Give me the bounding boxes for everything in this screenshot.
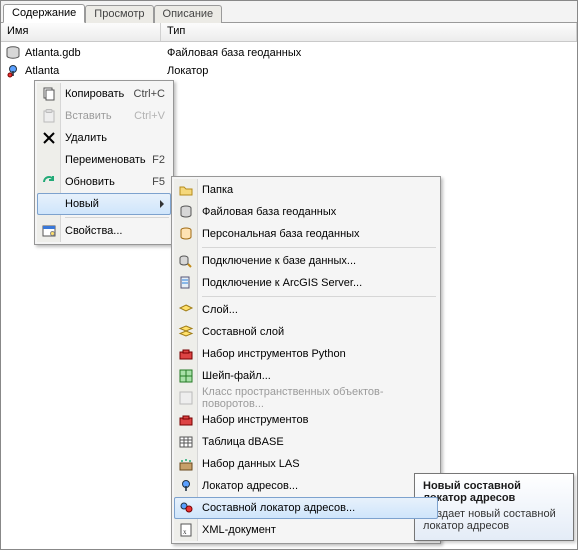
server-connect-icon [178, 275, 194, 291]
menu-separator [202, 247, 436, 248]
submenu-locator[interactable]: Локатор адресов... [174, 475, 438, 497]
item-name: Atlanta.gdb [25, 47, 81, 59]
svg-text:x: x [183, 528, 187, 536]
submenu-shapefile[interactable]: Шейп-файл... [174, 365, 438, 387]
gdb-icon [178, 204, 194, 220]
menu-delete[interactable]: Удалить [37, 127, 171, 149]
table-icon [178, 434, 194, 450]
submenu-toolbox[interactable]: Набор инструментов [174, 409, 438, 431]
new-submenu: Папка Файловая база геоданных Персональн… [171, 176, 441, 544]
menu-label: Новый [65, 198, 99, 210]
catalog-listing: Atlanta.gdb Файловая база геоданных Atla… [1, 42, 577, 80]
menu-label: Папка [202, 184, 233, 196]
menu-label: Класс пространственных объектов-поворото… [202, 386, 432, 410]
menu-label: Подключение к ArcGIS Server... [202, 277, 362, 289]
menu-label: Слой... [202, 304, 238, 316]
menu-shortcut: Ctrl+V [134, 110, 165, 122]
list-item[interactable]: Atlanta Локатор [1, 62, 577, 80]
menu-label: Таблица dBASE [202, 436, 284, 448]
menu-label: Обновить [65, 176, 115, 188]
column-name[interactable]: Имя [1, 23, 161, 41]
tooltip-body: Создает новый составной локатор адресов [423, 508, 565, 532]
menu-label: XML-документ [202, 524, 276, 536]
layer-icon [178, 302, 194, 318]
menu-paste: Вставить Ctrl+V [37, 105, 171, 127]
delete-icon [41, 130, 57, 146]
menu-label: Свойства... [65, 225, 122, 237]
menu-label: Персональная база геоданных [202, 228, 360, 240]
submenu-xml[interactable]: x XML-документ [174, 519, 438, 541]
menu-rename[interactable]: Переименовать F2 [37, 149, 171, 171]
submenu-dbase[interactable]: Таблица dBASE [174, 431, 438, 453]
submenu-arrow-icon [160, 200, 164, 208]
locator-icon [5, 63, 21, 79]
list-item[interactable]: Atlanta.gdb Файловая база геоданных [1, 44, 577, 62]
tooltip: Новый составной локатор адресов Создает … [414, 473, 574, 541]
las-icon [178, 456, 194, 472]
context-menu: Копировать Ctrl+C Вставить Ctrl+V Удалит… [34, 80, 174, 245]
menu-label: Составной слой [202, 326, 284, 338]
group-layer-icon [178, 324, 194, 340]
menu-label: Локатор адресов... [202, 480, 298, 492]
menu-new[interactable]: Новый [37, 193, 171, 215]
submenu-group-layer[interactable]: Составной слой [174, 321, 438, 343]
submenu-las[interactable]: Набор данных LAS [174, 453, 438, 475]
submenu-composite-locator[interactable]: Составной локатор адресов... [174, 497, 438, 519]
xml-icon: x [178, 522, 194, 538]
menu-label: Копировать [65, 88, 124, 100]
tooltip-title: Новый составной локатор адресов [423, 480, 565, 504]
properties-icon [41, 223, 57, 239]
submenu-folder[interactable]: Папка [174, 179, 438, 201]
menu-refresh[interactable]: Обновить F5 [37, 171, 171, 193]
db-connect-icon [178, 253, 194, 269]
submenu-personal-gdb[interactable]: Персональная база геоданных [174, 223, 438, 245]
menu-label: Шейп-файл... [202, 370, 271, 382]
locator-icon [178, 478, 194, 494]
menu-label: Набор инструментов Python [202, 348, 346, 360]
menu-label: Набор инструментов [202, 414, 308, 426]
composite-locator-icon [178, 500, 194, 516]
submenu-python-toolbox[interactable]: Набор инструментов Python [174, 343, 438, 365]
turn-icon [178, 390, 194, 406]
menu-label: Составной локатор адресов... [202, 502, 355, 514]
column-type[interactable]: Тип [161, 23, 577, 41]
menu-separator [202, 296, 436, 297]
tab-bar: Содержание Просмотр Описание [1, 1, 577, 23]
shapefile-icon [178, 368, 194, 384]
menu-copy[interactable]: Копировать Ctrl+C [37, 83, 171, 105]
tab-preview[interactable]: Просмотр [85, 5, 153, 23]
item-type: Файловая база геоданных [161, 47, 577, 59]
paste-icon [41, 108, 57, 124]
copy-icon [41, 86, 57, 102]
refresh-icon [41, 174, 57, 190]
py-toolbox-icon [178, 346, 194, 362]
menu-label: Файловая база геоданных [202, 206, 336, 218]
tab-content[interactable]: Содержание [3, 4, 85, 23]
toolbox-icon [178, 412, 194, 428]
menu-shortcut: F2 [152, 154, 165, 166]
gdb-icon [5, 45, 21, 61]
menu-label: Переименовать [65, 154, 146, 166]
submenu-db-connection[interactable]: Подключение к базе данных... [174, 250, 438, 272]
menu-separator [65, 217, 169, 218]
menu-label: Вставить [65, 110, 112, 122]
menu-label: Набор данных LAS [202, 458, 300, 470]
pers-gdb-icon [178, 226, 194, 242]
menu-shortcut: F5 [152, 176, 165, 188]
menu-shortcut: Ctrl+C [134, 88, 165, 100]
item-name: Atlanta [25, 65, 59, 77]
column-headers: Имя Тип [1, 23, 577, 42]
menu-label: Подключение к базе данных... [202, 255, 356, 267]
folder-icon [178, 182, 194, 198]
item-type: Локатор [161, 65, 577, 77]
menu-label: Удалить [65, 132, 107, 144]
submenu-ags-connection[interactable]: Подключение к ArcGIS Server... [174, 272, 438, 294]
submenu-layer[interactable]: Слой... [174, 299, 438, 321]
menu-properties[interactable]: Свойства... [37, 220, 171, 242]
tab-description[interactable]: Описание [154, 5, 223, 23]
submenu-file-gdb[interactable]: Файловая база геоданных [174, 201, 438, 223]
submenu-turn-fc: Класс пространственных объектов-поворото… [174, 387, 438, 409]
